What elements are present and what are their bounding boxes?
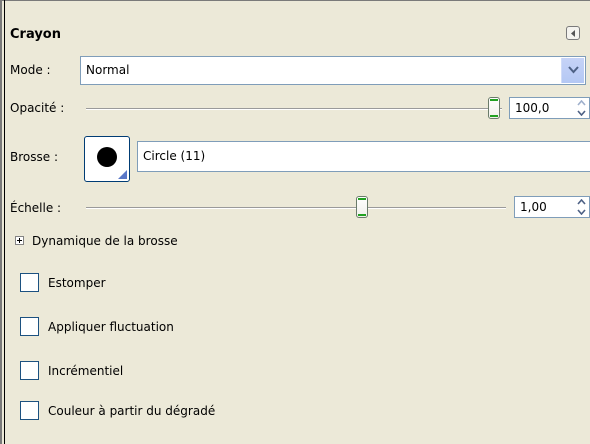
expand-plus-icon[interactable] — [15, 236, 24, 245]
checkbox-label-couleur-degrade[interactable]: Couleur à partir du dégradé — [48, 404, 215, 418]
scale-slider-track[interactable] — [86, 207, 506, 209]
spin-down-icon — [577, 209, 586, 215]
checkbox-label-incremental[interactable]: Incrémentiel — [48, 364, 123, 378]
mode-dropdown-button[interactable] — [561, 58, 584, 83]
panel-title: Crayon — [10, 27, 61, 42]
mode-select[interactable]: Normal — [80, 56, 586, 85]
opacity-slider-track[interactable] — [86, 108, 502, 110]
tab-menu-button[interactable] — [566, 26, 580, 40]
scale-spin-arrows[interactable] — [575, 197, 589, 217]
spin-up-icon — [577, 199, 586, 205]
top-border — [0, 0, 590, 1]
brush-value: Circle (11) — [143, 149, 206, 163]
dynamics-expander-label[interactable]: Dynamique de la brosse — [32, 234, 178, 248]
checkbox-label-estomper[interactable]: Estomper — [48, 276, 106, 290]
scale-label: Échelle : — [10, 201, 62, 215]
brush-preview-button[interactable] — [84, 136, 130, 182]
left-border-inner — [4, 0, 5, 444]
tab-menu-icon — [571, 30, 575, 37]
checkbox-appliquer-fluctuation[interactable] — [20, 317, 39, 336]
checkbox-label-appliquer-fluctuation[interactable]: Appliquer fluctuation — [48, 320, 174, 334]
opacity-spin[interactable]: 100,0 — [509, 97, 590, 119]
opacity-value: 100,0 — [515, 101, 550, 115]
spin-up-icon — [577, 100, 586, 106]
mode-label: Mode : — [10, 63, 51, 77]
scale-slider-thumb[interactable] — [356, 196, 368, 218]
brush-label: Brosse : — [10, 150, 58, 164]
checkbox-incremental[interactable] — [20, 361, 39, 380]
checkbox-couleur-degrade[interactable] — [20, 401, 39, 420]
brush-circle-icon — [97, 147, 117, 167]
checkbox-estomper[interactable] — [20, 273, 39, 292]
chevron-down-icon — [568, 66, 579, 74]
brush-name-field[interactable]: Circle (11) — [137, 141, 590, 172]
scale-spin[interactable]: 1,00 — [514, 196, 590, 218]
scale-value: 1,00 — [520, 200, 547, 214]
opacity-label: Opacité : — [10, 101, 65, 115]
brush-corner-icon — [118, 170, 127, 179]
spin-down-icon — [577, 110, 586, 116]
opacity-spin-arrows[interactable] — [575, 98, 589, 118]
left-border — [0, 0, 2, 444]
opacity-slider-thumb[interactable] — [488, 97, 500, 119]
mode-value: Normal — [86, 63, 130, 77]
